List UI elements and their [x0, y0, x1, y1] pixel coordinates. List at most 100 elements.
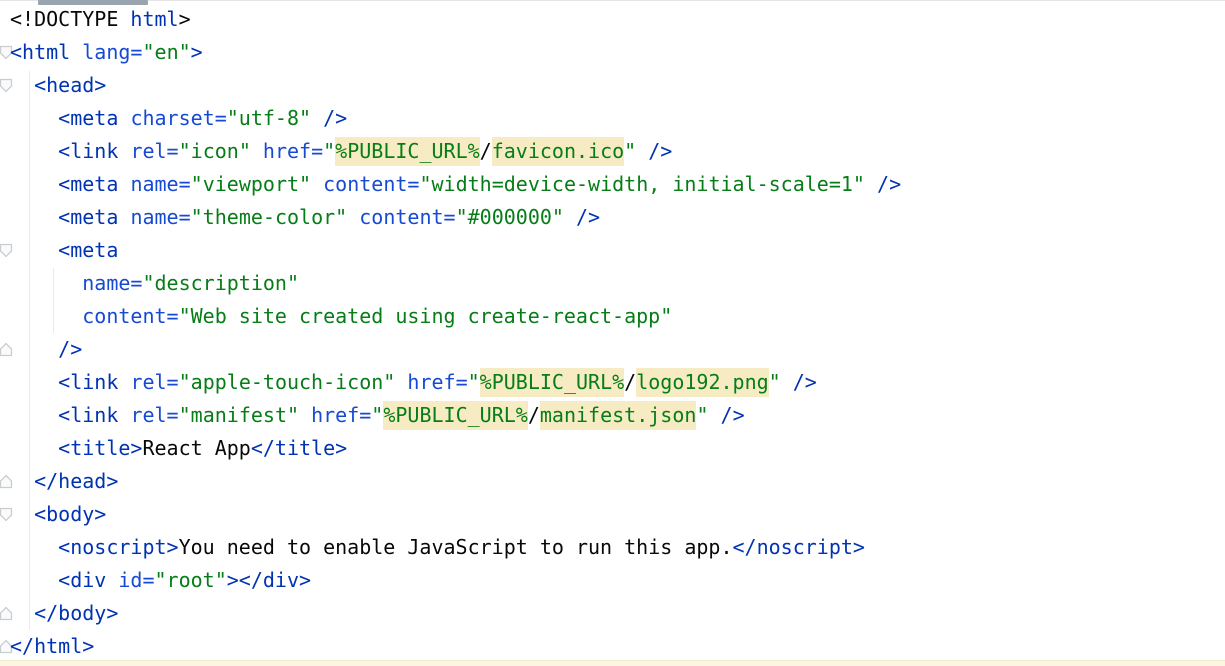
highlighted-token: logo192.png — [636, 368, 768, 397]
code-token — [347, 205, 359, 229]
code-token — [311, 106, 323, 130]
code-token: charset= — [130, 106, 226, 130]
code-token: /> — [323, 106, 347, 130]
code-token — [865, 172, 877, 196]
code-token: " — [696, 403, 708, 427]
code-token: rel= — [130, 403, 178, 427]
code-token: "Web site created using create-react-app… — [179, 304, 673, 328]
code-token — [118, 403, 130, 427]
code-token: name= — [130, 172, 190, 196]
code-token: href= — [263, 139, 323, 163]
code-token: " — [468, 370, 480, 394]
code-token: /> — [648, 139, 672, 163]
code-token: content= — [323, 172, 419, 196]
code-line-13[interactable]: <link rel="manifest" href="%PUBLIC_URL%/… — [10, 399, 901, 432]
code-token: > — [179, 7, 191, 31]
code-line-4[interactable]: <meta charset="utf-8" /> — [10, 102, 901, 135]
code-token: > — [191, 40, 203, 64]
code-line-1[interactable]: <!DOCTYPE html> — [10, 3, 901, 36]
code-token: <div — [58, 568, 106, 592]
code-line-5[interactable]: <link rel="icon" href="%PUBLIC_URL%/favi… — [10, 135, 901, 168]
code-line-2[interactable]: <html lang="en"> — [10, 36, 901, 69]
code-line-6[interactable]: <meta name="viewport" content="width=dev… — [10, 168, 901, 201]
code-editor[interactable]: <!DOCTYPE html><html lang="en"> <head> <… — [0, 0, 1225, 666]
code-token — [10, 106, 58, 130]
code-token — [10, 271, 82, 295]
code-token — [636, 139, 648, 163]
code-token: href= — [407, 370, 467, 394]
code-token: name= — [82, 271, 142, 295]
code-token: "root" — [155, 568, 227, 592]
code-line-20[interactable]: </html> — [10, 630, 901, 663]
code-token: <noscript> — [58, 535, 178, 559]
code-token — [781, 370, 793, 394]
code-line-16[interactable]: <body> — [10, 498, 901, 531]
code-token — [311, 172, 323, 196]
code-token: /> — [721, 403, 745, 427]
code-token — [299, 403, 311, 427]
horizontal-scrollbar-track — [0, 0, 1225, 1]
code-token: " — [371, 403, 383, 427]
code-line-9[interactable]: name="description" — [10, 267, 901, 300]
code-token: /> — [793, 370, 817, 394]
code-line-3[interactable]: <head> — [10, 69, 901, 102]
code-token: id= — [118, 568, 154, 592]
code-token: <title> — [58, 436, 142, 460]
code-token: "utf-8" — [227, 106, 311, 130]
code-token: /> — [576, 205, 600, 229]
code-token: "icon" — [179, 139, 251, 163]
code-token: / — [480, 139, 492, 163]
code-token: <link — [58, 370, 118, 394]
code-token — [10, 469, 34, 493]
code-token — [10, 535, 58, 559]
highlighted-token: favicon.ico — [492, 137, 624, 166]
code-token — [10, 568, 58, 592]
code-token: "manifest" — [179, 403, 299, 427]
code-token: React App — [142, 436, 250, 460]
code-line-19[interactable]: </body> — [10, 597, 901, 630]
code-token: html — [130, 7, 178, 31]
code-token: " — [624, 139, 636, 163]
code-token — [10, 172, 58, 196]
code-token: <link — [58, 403, 118, 427]
code-line-17[interactable]: <noscript>You need to enable JavaScript … — [10, 531, 901, 564]
code-token: <body> — [34, 502, 106, 526]
code-token — [10, 370, 58, 394]
code-token — [10, 403, 58, 427]
code-token — [564, 205, 576, 229]
code-token: / — [528, 403, 540, 427]
code-token: <meta — [58, 238, 118, 262]
code-token: rel= — [130, 139, 178, 163]
code-token: You need to enable JavaScript to run thi… — [179, 535, 733, 559]
code-token: <meta — [58, 106, 118, 130]
code-token — [118, 205, 130, 229]
highlighted-token: %PUBLIC_URL% — [480, 368, 625, 397]
code-token — [106, 568, 118, 592]
code-token — [10, 205, 58, 229]
code-token: " — [769, 370, 781, 394]
code-line-10[interactable]: content="Web site created using create-r… — [10, 300, 901, 333]
code-token: <link — [58, 139, 118, 163]
code-token: </body> — [34, 601, 118, 625]
code-token — [10, 601, 34, 625]
code-token: "viewport" — [191, 172, 311, 196]
code-token: ></div> — [227, 568, 311, 592]
code-token: </html> — [10, 634, 94, 658]
code-token: "description" — [142, 271, 299, 295]
code-line-11[interactable]: /> — [10, 333, 901, 366]
code-token: <!DOCTYPE — [10, 7, 130, 31]
code-line-8[interactable]: <meta — [10, 234, 901, 267]
code-token: /> — [58, 337, 82, 361]
code-token: "#000000" — [456, 205, 564, 229]
code-line-12[interactable]: <link rel="apple-touch-icon" href="%PUBL… — [10, 366, 901, 399]
code-line-18[interactable]: <div id="root"></div> — [10, 564, 901, 597]
highlighted-token: manifest.json — [540, 401, 697, 430]
code-line-15[interactable]: </head> — [10, 465, 901, 498]
code-line-7[interactable]: <meta name="theme-color" content="#00000… — [10, 201, 901, 234]
code-token — [10, 304, 82, 328]
code-token: "width=device-width, initial-scale=1" — [419, 172, 865, 196]
code-line-14[interactable]: <title>React App</title> — [10, 432, 901, 465]
code-token: </head> — [34, 469, 118, 493]
code-text-area[interactable]: <!DOCTYPE html><html lang="en"> <head> <… — [10, 3, 901, 663]
code-token — [118, 370, 130, 394]
